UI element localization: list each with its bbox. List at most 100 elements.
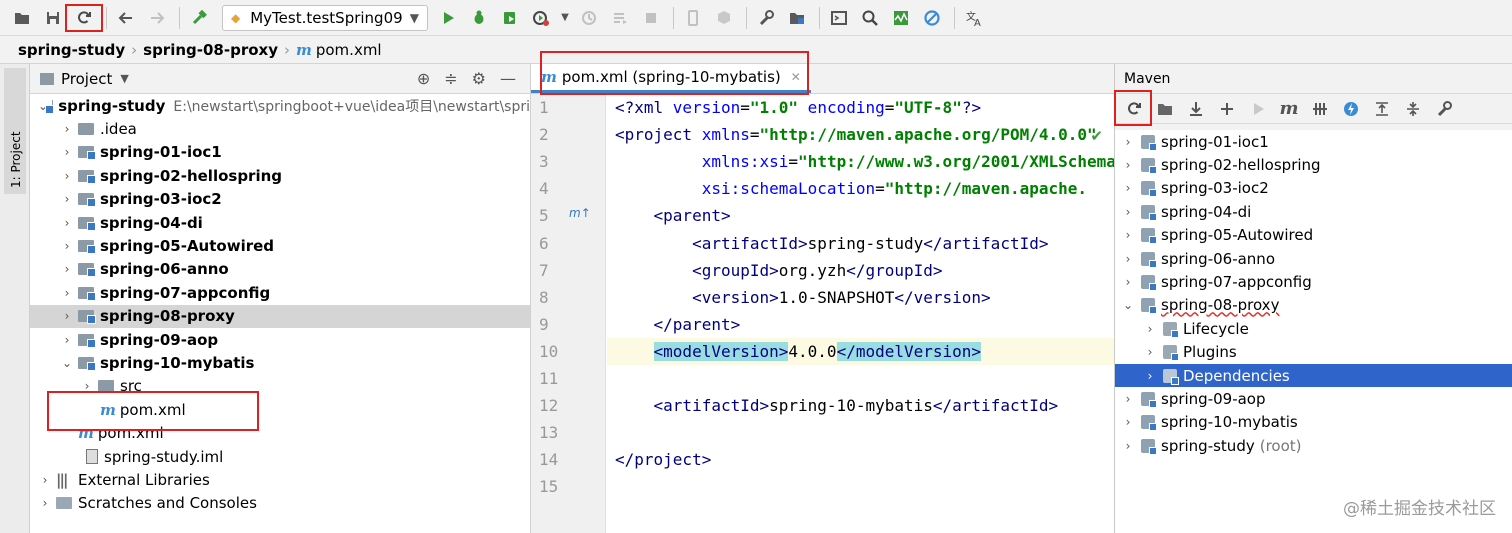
tree-item-module[interactable]: › spring-04-di: [30, 211, 530, 234]
chevron-right-icon[interactable]: ›: [1121, 252, 1135, 266]
maven-project-item[interactable]: › spring-09-aop: [1115, 387, 1512, 410]
chevron-right-icon[interactable]: ›: [60, 333, 74, 347]
tree-item-module[interactable]: › spring-02-hellospring: [30, 164, 530, 187]
chevron-right-icon[interactable]: ›: [1121, 205, 1135, 219]
maven-project-item[interactable]: › spring-01-ioc1: [1115, 130, 1512, 153]
tree-item-iml-file[interactable]: spring-study.iml: [30, 445, 530, 468]
chevron-right-icon[interactable]: ›: [60, 309, 74, 323]
tree-item-src[interactable]: › src: [30, 375, 530, 398]
chevron-right-icon[interactable]: ›: [1143, 322, 1157, 336]
wrench-icon[interactable]: [1431, 96, 1457, 122]
profile-icon[interactable]: [527, 4, 555, 32]
search-icon[interactable]: [856, 4, 884, 32]
tree-item-module[interactable]: › spring-03-ioc2: [30, 188, 530, 211]
offline-mode-icon[interactable]: [1338, 96, 1364, 122]
add-icon[interactable]: [1214, 96, 1240, 122]
minimize-icon[interactable]: —: [500, 69, 516, 88]
chevron-right-icon[interactable]: ›: [1143, 345, 1157, 359]
gear-icon[interactable]: ⚙: [472, 69, 486, 88]
chevron-right-icon[interactable]: ›: [80, 379, 94, 393]
project-structure-icon[interactable]: [783, 4, 811, 32]
reload-all-icon[interactable]: [1121, 96, 1147, 122]
chevron-right-icon[interactable]: ›: [1121, 181, 1135, 195]
close-icon[interactable]: ✕: [791, 70, 801, 84]
chevron-right-icon[interactable]: ›: [1121, 392, 1135, 406]
tree-item-idea[interactable]: › .idea: [30, 117, 530, 140]
chevron-right-icon[interactable]: ›: [60, 122, 74, 136]
skip-tests-icon[interactable]: [1307, 96, 1333, 122]
open-folder-icon[interactable]: [8, 4, 36, 32]
chevron-right-icon[interactable]: ›: [60, 145, 74, 159]
debug-icon[interactable]: [465, 4, 493, 32]
project-view-title[interactable]: Project: [61, 70, 112, 88]
tree-item-pom-file[interactable]: m pom.xml: [30, 398, 530, 421]
build-hammer-icon[interactable]: [185, 4, 213, 32]
activity-monitor-icon[interactable]: [887, 4, 915, 32]
chevron-down-icon[interactable]: ▼: [120, 72, 128, 85]
maven-project-item-expanded[interactable]: ⌄ spring-08-proxy: [1115, 294, 1512, 317]
chevron-right-icon[interactable]: ›: [60, 286, 74, 300]
breadcrumb-item-module[interactable]: spring-08-proxy: [143, 41, 278, 59]
tree-item-module[interactable]: › spring-05-Autowired: [30, 234, 530, 257]
maven-project-item[interactable]: › spring-10-mybatis: [1115, 411, 1512, 434]
chevron-right-icon[interactable]: ›: [60, 216, 74, 230]
chevron-right-icon[interactable]: ›: [1121, 228, 1135, 242]
breadcrumb-item-file[interactable]: pom.xml: [316, 41, 382, 59]
maven-project-item[interactable]: › spring-03-ioc2: [1115, 177, 1512, 200]
no-icon[interactable]: [918, 4, 946, 32]
tree-item-scratches[interactable]: › Scratches and Consoles: [30, 492, 530, 515]
maven-plugins-item[interactable]: › Plugins: [1115, 341, 1512, 364]
maven-project-item[interactable]: › spring-04-di: [1115, 200, 1512, 223]
chevron-right-icon[interactable]: ›: [38, 473, 52, 487]
chevron-right-icon[interactable]: ›: [1121, 135, 1135, 149]
save-icon[interactable]: [39, 4, 67, 32]
chevron-right-icon[interactable]: ›: [60, 169, 74, 183]
generate-sources-icon[interactable]: [1152, 96, 1178, 122]
wrench-icon[interactable]: [752, 4, 780, 32]
tree-item-external-libraries[interactable]: › ||| External Libraries: [30, 468, 530, 491]
editor-tab-pom[interactable]: m pom.xml (spring-10-mybatis) ✕: [531, 64, 811, 93]
terminal-icon[interactable]: [825, 4, 853, 32]
tree-item-module[interactable]: › spring-01-ioc1: [30, 141, 530, 164]
run-icon[interactable]: [434, 4, 462, 32]
chevron-right-icon[interactable]: ›: [60, 239, 74, 253]
coverage-icon[interactable]: [496, 4, 524, 32]
chevron-right-icon[interactable]: ›: [38, 496, 52, 510]
maven-project-item[interactable]: › spring-05-Autowired: [1115, 224, 1512, 247]
rerun-tests-icon[interactable]: [606, 4, 634, 32]
collapse-all-icon[interactable]: [1400, 96, 1426, 122]
locate-icon[interactable]: ⊕: [417, 69, 430, 88]
device-icon[interactable]: [679, 4, 707, 32]
expand-all-icon[interactable]: [1369, 96, 1395, 122]
chevron-right-icon[interactable]: ›: [1121, 275, 1135, 289]
deploy-icon[interactable]: [710, 4, 738, 32]
tree-item-module[interactable]: › spring-07-appconfig: [30, 281, 530, 304]
collapse-all-icon[interactable]: ≑: [444, 69, 457, 88]
translate-icon[interactable]: 文A: [960, 4, 988, 32]
chevron-right-icon[interactable]: ›: [60, 262, 74, 276]
code-area[interactable]: <?xml version = "1.0" encoding = "UTF-8" ?> <…: [607, 94, 1114, 533]
run-icon[interactable]: [1245, 96, 1271, 122]
maven-project-item[interactable]: › spring-06-anno: [1115, 247, 1512, 270]
maven-project-item[interactable]: › spring-02-hellospring: [1115, 153, 1512, 176]
maven-goal-icon[interactable]: m: [1276, 96, 1302, 122]
chevron-right-icon[interactable]: ›: [1121, 158, 1135, 172]
override-gutter-marker[interactable]: m↑: [569, 206, 591, 220]
run-configuration-select[interactable]: ◆ MyTest.testSpring09 ▼: [222, 4, 428, 31]
tree-item-module-selected[interactable]: › spring-08-proxy: [30, 304, 530, 328]
attach-icon[interactable]: [575, 4, 603, 32]
chevron-right-icon[interactable]: ›: [60, 192, 74, 206]
chevron-right-icon[interactable]: ›: [1121, 439, 1135, 453]
forward-icon[interactable]: [143, 4, 171, 32]
sync-icon[interactable]: [70, 4, 98, 32]
maven-project-item[interactable]: › spring-07-appconfig: [1115, 270, 1512, 293]
tree-item-module[interactable]: › spring-09-aop: [30, 328, 530, 351]
chevron-right-icon[interactable]: ›: [1143, 369, 1157, 383]
maven-project-item[interactable]: › spring-study (root): [1115, 434, 1512, 457]
tree-item-root[interactable]: ⌄ spring-study E:\newstart\springboot+vu…: [30, 94, 530, 117]
download-icon[interactable]: [1183, 96, 1209, 122]
chevron-down-icon[interactable]: ⌄: [60, 356, 74, 370]
chevron-down-icon[interactable]: ⌄: [1121, 298, 1135, 312]
maven-dependencies-item-selected[interactable]: › Dependencies: [1115, 363, 1512, 388]
back-icon[interactable]: [112, 4, 140, 32]
